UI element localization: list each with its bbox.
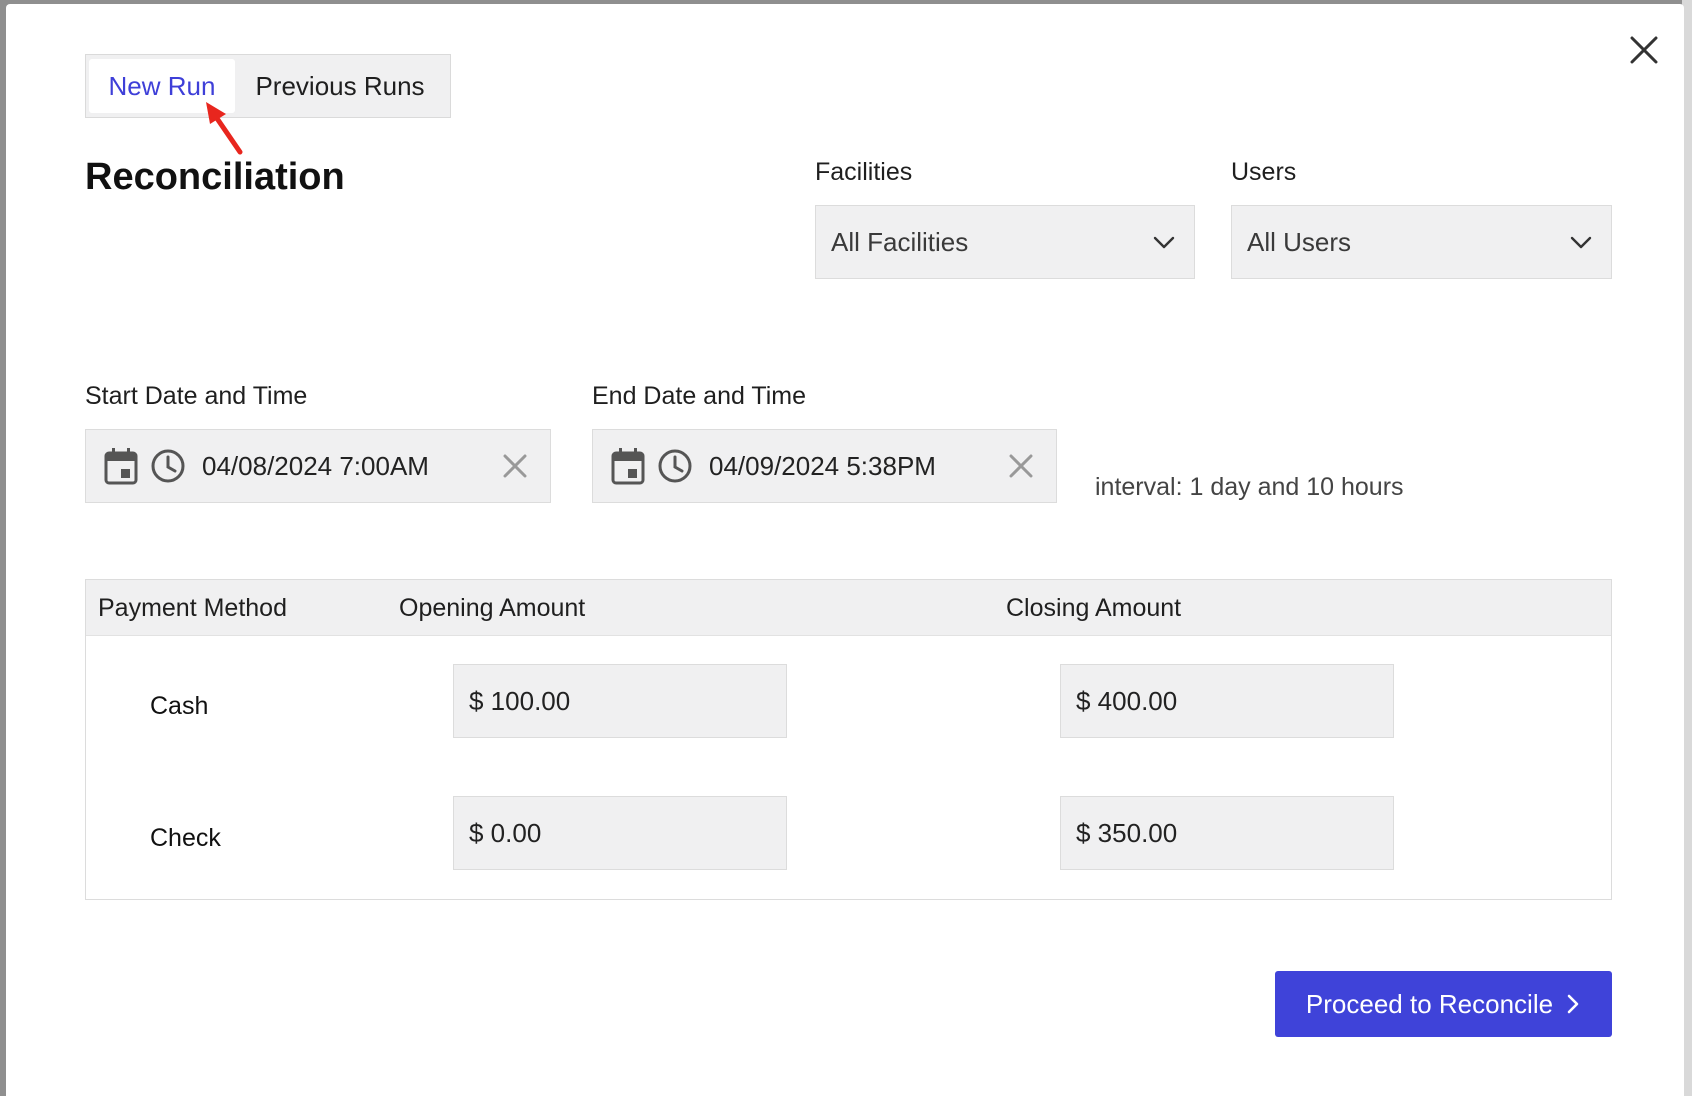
- header-closing-amount: Closing Amount: [1006, 594, 1182, 622]
- clock-icon[interactable]: [657, 448, 693, 484]
- users-select[interactable]: All Users: [1231, 205, 1612, 279]
- cash-closing-input[interactable]: $ 400.00: [1060, 664, 1394, 738]
- clock-icon[interactable]: [150, 448, 186, 484]
- users-label: Users: [1231, 158, 1297, 186]
- chevron-right-icon: [1567, 994, 1579, 1014]
- check-closing-input[interactable]: $ 350.00: [1060, 796, 1394, 870]
- row-check-label: Check: [150, 824, 221, 852]
- start-datetime-field[interactable]: 04/08/2024 7:00AM: [85, 429, 551, 503]
- run-tabs: New Run Previous Runs: [85, 54, 451, 118]
- clear-icon[interactable]: [1008, 453, 1034, 479]
- check-opening-input[interactable]: $ 0.00: [453, 796, 787, 870]
- calendar-icon[interactable]: [611, 447, 645, 485]
- chevron-down-icon: [1570, 236, 1592, 249]
- page-title: Reconciliation: [85, 156, 345, 198]
- proceed-to-reconcile-button[interactable]: Proceed to Reconcile: [1275, 971, 1612, 1037]
- calendar-icon[interactable]: [104, 447, 138, 485]
- users-value: All Users: [1247, 226, 1352, 257]
- header-payment-method: Payment Method: [98, 594, 287, 622]
- end-datetime-field[interactable]: 04/09/2024 5:38PM: [592, 429, 1057, 503]
- start-datetime-label: Start Date and Time: [85, 382, 308, 410]
- close-button[interactable]: [1626, 32, 1662, 68]
- facilities-select[interactable]: All Facilities: [815, 205, 1195, 279]
- annotation-arrow: [206, 102, 243, 155]
- table-header: Payment Method Opening Amount Closing Am…: [86, 580, 1611, 636]
- start-datetime-value: 04/08/2024 7:00AM: [202, 450, 429, 481]
- facilities-value: All Facilities: [831, 226, 969, 257]
- header-opening-amount: Opening Amount: [399, 594, 586, 622]
- cash-opening-input[interactable]: $ 100.00: [453, 664, 787, 738]
- payment-table: Payment Method Opening Amount Closing Am…: [85, 579, 1612, 900]
- chevron-down-icon: [1153, 236, 1175, 249]
- close-icon: [1630, 36, 1658, 64]
- interval-text: interval: 1 day and 10 hours: [1095, 473, 1404, 501]
- reconciliation-modal: New Run Previous Runs Reconciliation Fac…: [6, 4, 1684, 1096]
- clear-icon[interactable]: [502, 453, 528, 479]
- proceed-label: Proceed to Reconcile: [1305, 988, 1554, 1019]
- end-datetime-label: End Date and Time: [592, 382, 807, 410]
- facilities-label: Facilities: [815, 158, 913, 186]
- row-cash-label: Cash: [150, 692, 209, 720]
- end-datetime-value: 04/09/2024 5:38PM: [709, 450, 936, 481]
- tab-previous-runs[interactable]: Previous Runs: [235, 59, 445, 113]
